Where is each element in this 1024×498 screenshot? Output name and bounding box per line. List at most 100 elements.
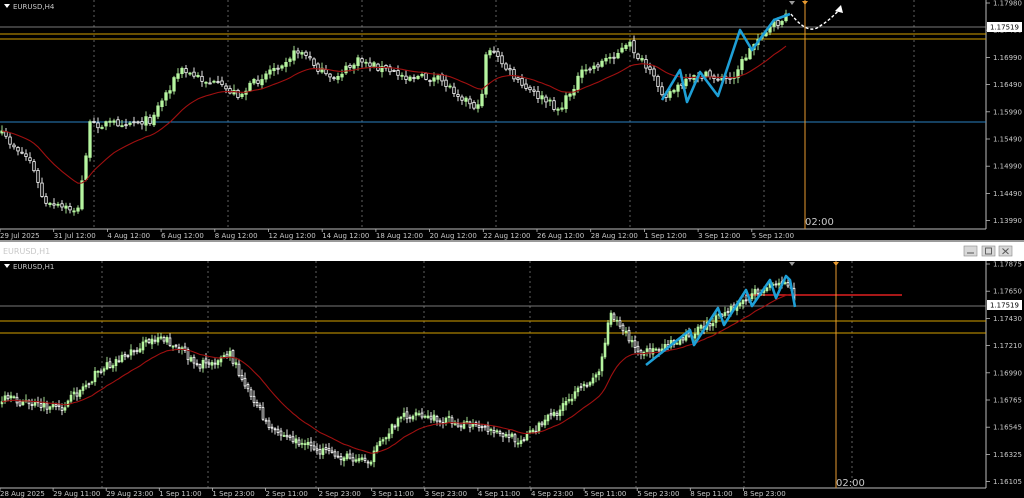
candle-body — [258, 404, 262, 408]
candle-body — [414, 412, 418, 416]
candle-body — [402, 412, 406, 417]
bottom-window-titlebar[interactable]: EURUSD,H1 — [0, 242, 1024, 261]
candle-body — [296, 50, 300, 54]
candle-body — [570, 398, 574, 402]
candle-body — [606, 322, 610, 345]
candle-body — [488, 50, 492, 56]
candle-body — [126, 355, 130, 358]
candle-body — [584, 69, 588, 72]
candle-body — [516, 442, 520, 445]
candle-body — [576, 75, 580, 91]
candle-body — [501, 433, 505, 438]
candle-body — [524, 83, 528, 89]
candle-body — [364, 61, 368, 64]
candle-body — [594, 374, 598, 378]
candle-body — [588, 68, 592, 71]
top-price-scale[interactable] — [986, 0, 1024, 240]
candle-body — [444, 417, 448, 424]
candle-body — [248, 82, 252, 92]
candle-body — [363, 457, 367, 461]
candle-body — [192, 356, 196, 364]
candle-body — [40, 182, 44, 197]
time-label: 20 Aug 12:00 — [430, 232, 477, 240]
candle-body — [699, 325, 703, 329]
price-label: 1.17980 — [993, 0, 1022, 8]
candle-body — [147, 338, 151, 344]
candle-body — [540, 95, 544, 100]
candle-body — [210, 362, 214, 366]
candle-body — [68, 206, 72, 211]
candle-body — [324, 447, 328, 450]
candle-body — [552, 411, 556, 416]
candle-body — [579, 386, 583, 389]
candle-body — [525, 433, 529, 441]
candle-body — [592, 65, 596, 70]
time-label: 8 Aug 12:00 — [215, 232, 258, 240]
price-label: 1.16545 — [993, 424, 1022, 432]
candle-body — [568, 93, 572, 97]
candle-body — [369, 461, 373, 465]
candle-body — [180, 347, 184, 350]
price-label: 1.17210 — [993, 342, 1022, 350]
candle-body — [285, 434, 289, 438]
price-label: 1.16105 — [993, 478, 1022, 486]
candle-body — [492, 50, 496, 53]
candle-body — [640, 58, 644, 61]
candle-body — [168, 90, 172, 94]
time-label: 29 Aug 23:00 — [106, 490, 153, 498]
candle-body — [352, 64, 356, 69]
candle-body — [195, 363, 199, 366]
candle-body — [392, 69, 396, 72]
candle-body — [435, 415, 439, 422]
top-chart-window[interactable]: EURUSD,H4 1.179801.174801.169901.164901.… — [0, 0, 1024, 240]
candle-body — [750, 293, 754, 300]
bottom-chart-title: EURUSD,H1 — [13, 263, 54, 271]
candle-body — [80, 180, 84, 210]
candle-body — [495, 430, 499, 433]
candle-body — [399, 416, 403, 419]
candle-body — [387, 433, 391, 439]
candle-body — [716, 78, 720, 81]
candle-body — [723, 312, 727, 316]
candle-body — [297, 439, 301, 446]
candle-body — [52, 203, 56, 206]
candle-body — [63, 407, 67, 411]
bottom-window-title: EURUSD,H1 — [3, 247, 50, 256]
bottom-chart-window[interactable]: EURUSD,H1 1.178751.176501.174301.172101.… — [0, 261, 1022, 498]
candle-body — [20, 151, 24, 154]
candle-body — [300, 442, 304, 445]
restore-button[interactable] — [981, 245, 996, 257]
close-button[interactable] — [998, 245, 1013, 257]
candle-body — [291, 436, 295, 443]
time-label: 1 Sep 12:00 — [644, 232, 686, 240]
candle-body — [648, 66, 652, 71]
candle-body — [356, 57, 360, 67]
candle-body — [582, 383, 586, 387]
candle-body — [417, 413, 421, 416]
candle-body — [279, 430, 283, 436]
time-label: 31 Jul 12:00 — [54, 232, 96, 240]
candle-body — [39, 403, 43, 408]
candle-body — [776, 20, 780, 26]
candle-body — [264, 419, 268, 422]
candle-body — [60, 407, 64, 411]
candle-body — [240, 93, 244, 97]
minimize-button[interactable] — [963, 245, 978, 257]
candle-body — [54, 404, 58, 407]
candle-body — [6, 394, 10, 400]
time-label: 1 Sep 11:00 — [159, 490, 201, 498]
candle-body — [612, 313, 616, 320]
candle-body — [528, 86, 532, 91]
candle-body — [272, 67, 276, 72]
candle-body — [465, 420, 469, 423]
candle-body — [111, 365, 115, 369]
candle-body — [276, 67, 280, 70]
candle-body — [378, 440, 382, 446]
candle-body — [252, 395, 256, 403]
candle-body — [400, 74, 404, 77]
candle-body — [99, 370, 103, 373]
candle-body — [684, 78, 688, 87]
price-label: 1.13990 — [993, 217, 1022, 225]
candle-body — [528, 430, 532, 433]
candle-body — [261, 407, 265, 420]
